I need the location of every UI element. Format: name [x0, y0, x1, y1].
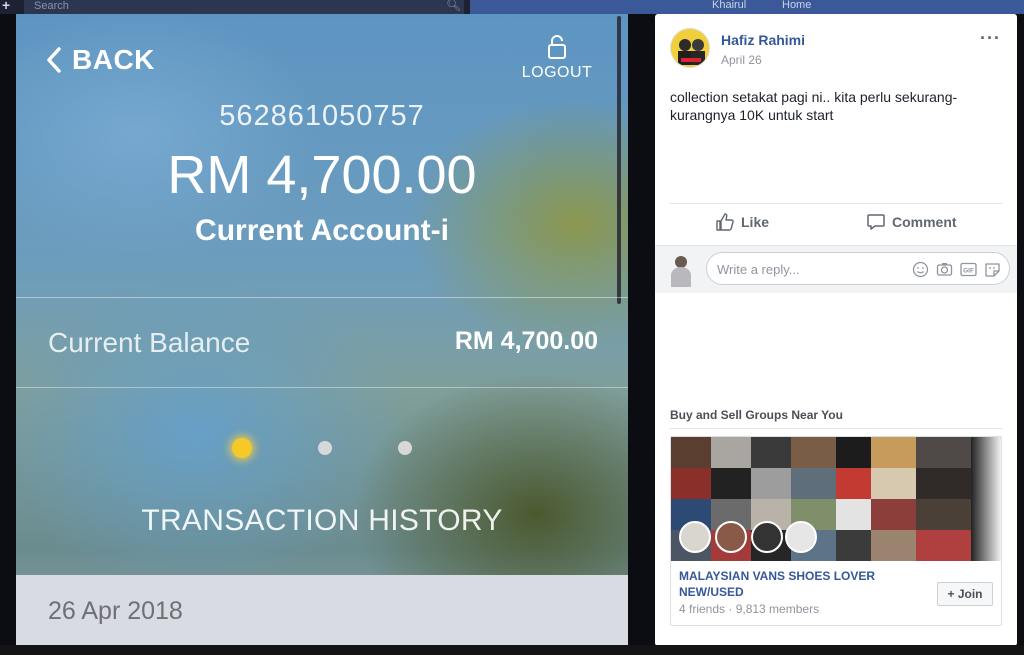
logout-button[interactable]: LOGOUT	[516, 34, 598, 82]
camera-icon[interactable]	[936, 261, 953, 278]
join-group-button[interactable]: + Join	[937, 582, 993, 606]
facebook-top-bar: + Search 🔍︎ Khairul Home	[0, 0, 1024, 14]
account-number: 562861050757	[219, 100, 425, 132]
post-date[interactable]: April 26	[721, 53, 762, 67]
reply-area: Write a reply... GIF	[655, 245, 1017, 293]
reply-input[interactable]: Write a reply... GIF	[706, 252, 1010, 285]
thumbs-up-icon	[716, 213, 734, 231]
chevron-left-icon	[47, 47, 61, 73]
group-meta: 4 friends · 9,813 members	[679, 602, 820, 616]
plus-icon[interactable]: +	[2, 0, 10, 13]
divider	[16, 387, 628, 388]
transaction-date-row: 26 Apr 2018	[16, 575, 628, 645]
comment-label: Comment	[892, 214, 957, 230]
transaction-history-heading[interactable]: TRANSACTION HISTORY	[16, 504, 628, 538]
account-type: Current Account-i	[195, 214, 449, 247]
balance-value: RM 4,700.00	[454, 327, 598, 355]
gif-icon[interactable]: GIF	[960, 261, 977, 278]
nav-home-link[interactable]: Home	[782, 0, 811, 11]
like-button[interactable]: Like	[715, 212, 769, 232]
page-dot[interactable]	[398, 441, 412, 455]
comment-icon	[867, 214, 885, 230]
lock-icon	[548, 35, 566, 59]
transaction-date: 26 Apr 2018	[48, 597, 183, 625]
sticker-icon[interactable]	[984, 261, 1001, 278]
svg-text:GIF: GIF	[963, 268, 974, 275]
author-avatar[interactable]	[670, 28, 710, 68]
facebook-post-panel: Hafiz Rahimi April 26 ··· collection set…	[655, 14, 1017, 646]
nav-bar	[470, 0, 1024, 14]
group-photo-collage[interactable]	[671, 437, 1001, 561]
like-label: Like	[741, 214, 770, 230]
bank-app-screenshot: BACK LOGOUT 562861050757 RM 4,700.00 Cur…	[16, 14, 628, 645]
balance-label: Current Balance	[48, 327, 251, 358]
search-icon[interactable]: 🔍︎	[446, 0, 461, 12]
avatar-image	[671, 29, 709, 67]
account-amount: RM 4,700.00	[167, 145, 477, 205]
nav-profile-name[interactable]: Khairul	[712, 0, 746, 11]
logout-label: LOGOUT	[521, 64, 593, 81]
ellipsis-icon[interactable]: ···	[980, 28, 1001, 49]
group-card[interactable]: MALAYSIAN VANS SHOES LOVER NEW/USED 4 fr…	[670, 436, 1002, 626]
page-dot[interactable]	[318, 441, 332, 455]
divider	[16, 297, 628, 298]
post-text: collection setakat pagi ni.. kita perlu …	[670, 89, 958, 123]
groups-section-title: Buy and Sell Groups Near You	[670, 408, 843, 422]
reply-icon-group: GIF	[912, 261, 1001, 278]
divider	[670, 428, 1002, 429]
bottom-bar	[0, 645, 1024, 655]
comment-button[interactable]: Comment	[866, 212, 957, 232]
post-author[interactable]: Hafiz Rahimi	[721, 32, 805, 48]
emoji-icon[interactable]	[912, 261, 929, 278]
back-label: BACK	[72, 44, 155, 75]
collage-fade	[971, 437, 1001, 561]
search-input[interactable]: Search	[24, 0, 464, 14]
divider	[670, 203, 1002, 204]
reply-placeholder: Write a reply...	[717, 262, 800, 277]
group-name[interactable]: MALAYSIAN VANS SHOES LOVER NEW/USED	[679, 568, 909, 600]
page-dot-active[interactable]	[232, 438, 252, 458]
user-avatar	[667, 253, 695, 287]
back-button[interactable]: BACK	[46, 44, 155, 76]
